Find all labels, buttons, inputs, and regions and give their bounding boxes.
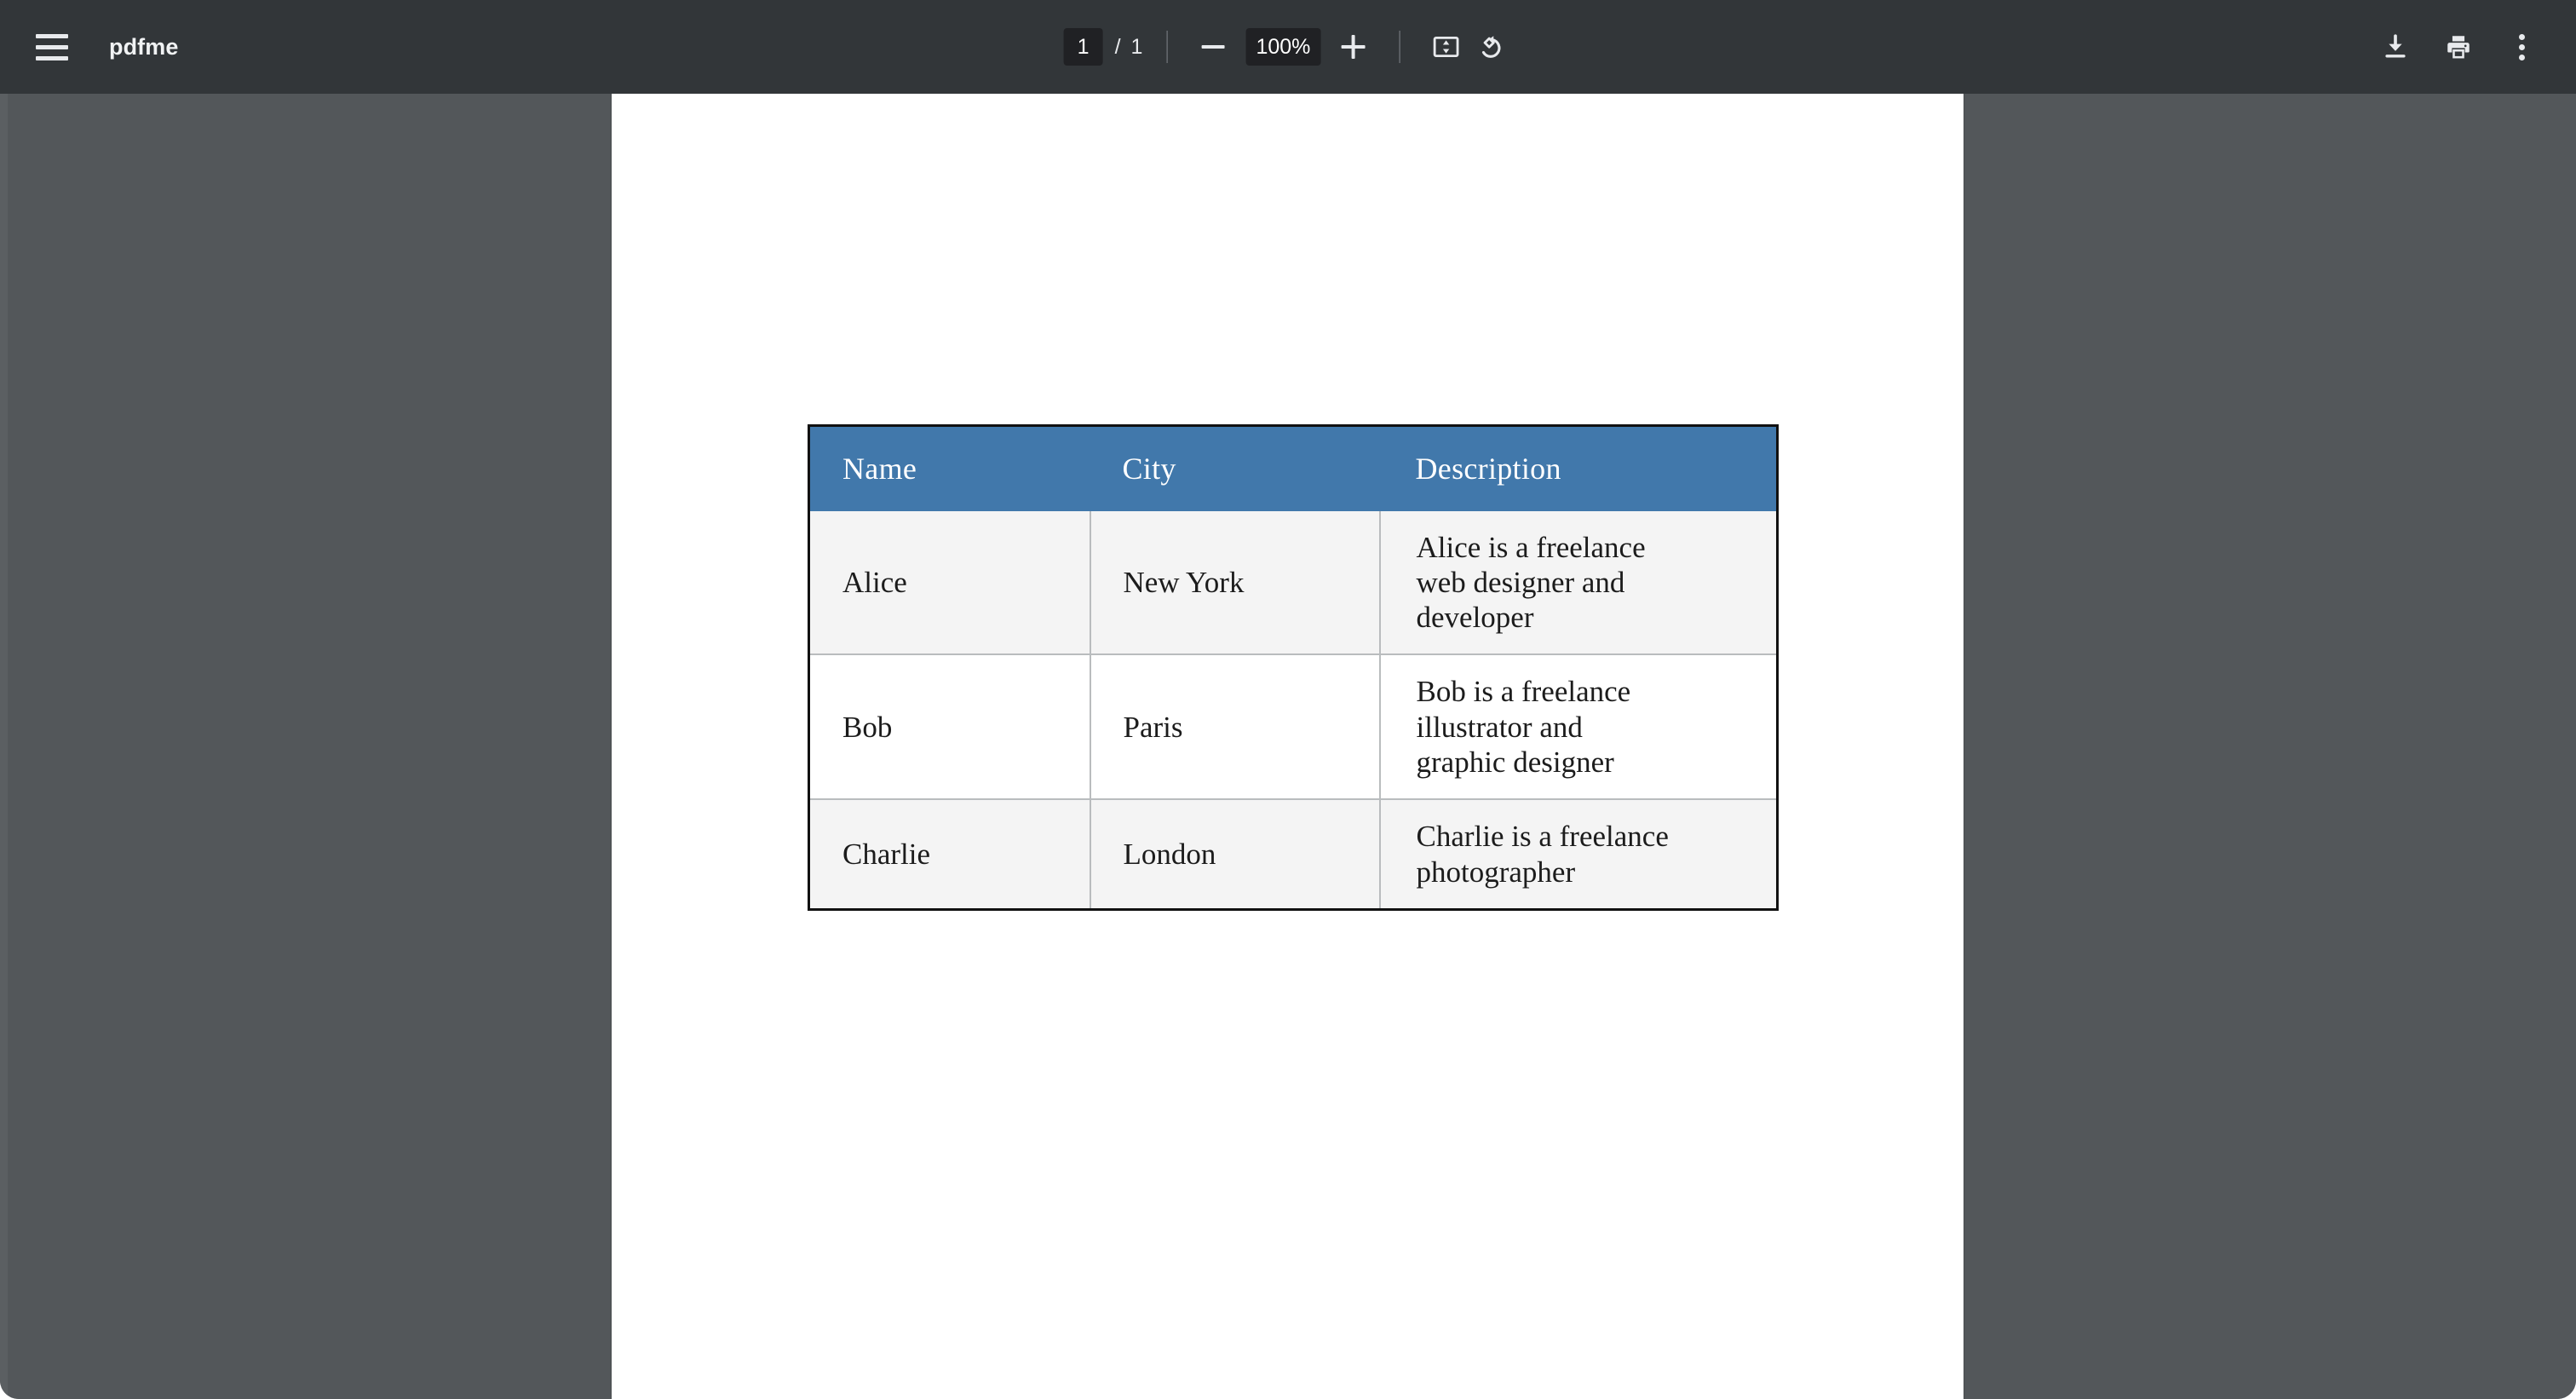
hamburger-bar [36,44,68,49]
zoom-level-input[interactable]: 100% [1245,28,1321,66]
pdf-page: Name City Description Alice New York Ali… [612,94,1964,1399]
print-button[interactable] [2436,25,2481,69]
toolbar-left-group: pdfme [34,0,179,94]
description-line: Bob is a freelance [1416,675,1631,709]
description-line: Charlie is a freelance [1416,820,1669,854]
page-separator: / [1114,34,1121,59]
cell-city: London [1090,799,1381,910]
column-header-description: Description [1379,425,1778,511]
more-options-button[interactable] [2499,25,2544,69]
page-number-input[interactable]: 1 [1063,28,1103,66]
document-title: pdfme [109,33,179,60]
toolbar-right-group [2373,0,2544,94]
minus-icon [1201,45,1225,49]
cell-city: Paris [1090,654,1381,800]
toolbar-center-group: 1 / 1 100% [1063,0,1513,94]
description-line: photographer [1416,855,1576,889]
vertical-scrollbar[interactable] [0,94,8,1399]
cell-description: Bob is a freelance illustrator and graph… [1379,654,1778,800]
table-body: Alice New York Alice is a freelance web … [808,510,1778,910]
viewer-toolbar: pdfme 1 / 1 100% [0,0,2576,94]
cell-name: Charlie [808,799,1091,910]
zoom-out-button[interactable] [1191,25,1235,69]
kebab-dot [2518,54,2525,60]
download-icon [2385,34,2406,58]
description-line: graphic designer [1416,745,1614,779]
hamburger-menu-icon[interactable] [34,27,73,66]
pdf-viewer-window: pdfme 1 / 1 100% Name City Description A… [0,0,2576,1399]
print-icon [2447,36,2470,59]
rotate-counterclockwise-button[interactable] [1468,25,1512,69]
fit-to-page-icon [1433,36,1459,58]
cell-name: Alice [808,510,1091,655]
cell-description: Alice is a freelance web designer and de… [1379,510,1778,655]
toolbar-divider [1166,31,1168,63]
rotate-counterclockwise-icon [1481,36,1501,58]
column-header-city: City [1090,425,1380,511]
cell-description: Charlie is a freelance photographer [1379,799,1778,910]
column-header-name: Name [808,425,1090,511]
hamburger-bar [36,55,68,60]
hamburger-bar [36,33,68,38]
toolbar-divider [1399,31,1400,63]
description-line: Alice is a freelance [1416,530,1646,564]
description-line: developer [1416,601,1534,635]
cell-city: New York [1090,510,1381,655]
cell-name: Bob [808,654,1091,800]
description-line: web designer and [1416,565,1625,599]
download-button[interactable] [2373,25,2418,69]
page-count-label: 1 [1130,34,1143,59]
table-header-row: Name City Description [808,425,1778,511]
zoom-in-button[interactable] [1331,25,1375,69]
kebab-dot [2518,43,2525,50]
pdf-viewer-body: Name City Description Alice New York Ali… [0,94,2576,1399]
kebab-dot [2518,33,2525,40]
table-row: Bob Paris Bob is a freelance illustrator… [808,654,1778,800]
plus-icon [1341,35,1366,59]
fit-to-page-button[interactable] [1423,25,1468,69]
table-row: Charlie London Charlie is a freelance ph… [808,799,1778,910]
description-line: illustrator and [1416,710,1583,744]
table-header: Name City Description [808,425,1778,511]
table-row: Alice New York Alice is a freelance web … [808,510,1778,655]
pdf-data-table: Name City Description Alice New York Ali… [808,424,1779,911]
